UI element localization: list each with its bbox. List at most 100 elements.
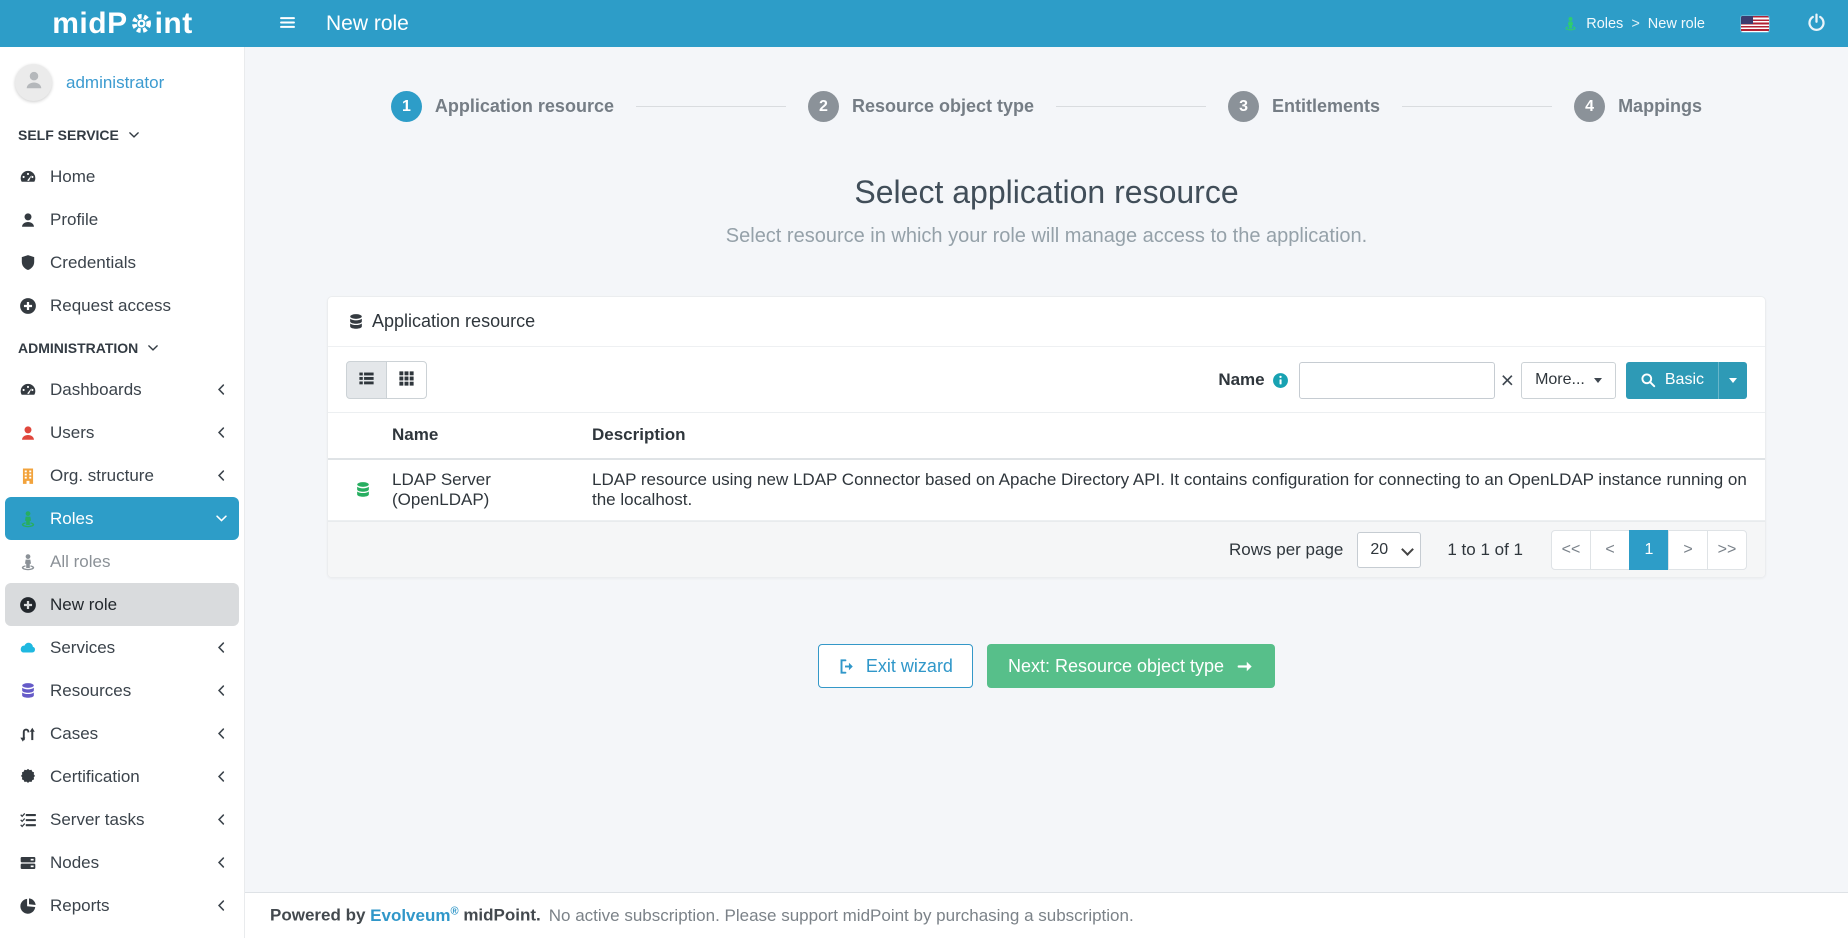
step-number: 2 xyxy=(808,91,839,122)
grid-view-icon xyxy=(398,370,415,390)
evolveum-link[interactable]: Evolveum® xyxy=(370,906,458,925)
app-root: midP int New role Roles > New role admin… xyxy=(0,0,1848,938)
user-panel[interactable]: administrator xyxy=(0,47,244,114)
menu-toggle-button[interactable] xyxy=(275,10,300,38)
logo-text-post: int xyxy=(155,7,193,41)
main-content: 1Application resource2Resource object ty… xyxy=(245,47,1848,938)
caret-down-icon xyxy=(1594,378,1602,383)
next-step-button[interactable]: Next: Resource object type xyxy=(987,644,1275,688)
sidebar-item-roles[interactable]: Roles xyxy=(5,497,239,540)
sidebar-item-services[interactable]: Services xyxy=(0,626,244,669)
user-icon xyxy=(19,424,37,442)
tile-view-button[interactable] xyxy=(386,361,427,399)
breadcrumb-current[interactable]: New role xyxy=(1648,16,1705,32)
pager-page[interactable]: 1 xyxy=(1629,530,1669,570)
sidebar-item-resources[interactable]: Resources xyxy=(0,669,244,712)
panel-header: Application resource xyxy=(328,297,1765,347)
step-connector xyxy=(1402,106,1552,107)
wizard-step-1[interactable]: 1Application resource xyxy=(391,91,614,122)
sidebar-item-label: Request access xyxy=(50,296,171,316)
sidebar-item-users[interactable]: Users xyxy=(0,411,244,454)
page-size-select-wrap: 20 xyxy=(1357,532,1421,568)
sidebar-item-nodes[interactable]: Nodes xyxy=(0,841,244,884)
user-icon xyxy=(19,211,37,229)
sidebar-item-request-access[interactable]: Request access xyxy=(0,284,244,327)
search-field-label: Name xyxy=(1218,370,1288,390)
shield-icon xyxy=(19,254,37,272)
exit-wizard-label: Exit wizard xyxy=(866,656,953,677)
sidebar-item-new-role[interactable]: New role xyxy=(5,583,239,626)
sidebar-item-reports[interactable]: Reports xyxy=(0,884,244,927)
chevron-down-icon xyxy=(128,129,140,141)
sidebar-item-server-tasks[interactable]: Server tasks xyxy=(0,798,244,841)
icon-column-header xyxy=(328,413,392,459)
step-number: 3 xyxy=(1228,91,1259,122)
sidebar-section-administration[interactable]: ADMINISTRATION xyxy=(0,327,244,368)
info-icon[interactable] xyxy=(1272,372,1289,389)
sidebar-section-self-service[interactable]: SELF SERVICE xyxy=(0,114,244,155)
locale-flag-us[interactable] xyxy=(1741,16,1769,32)
table-footer: Rows per page 20 1 to 1 of 1 <<<1>>> xyxy=(328,521,1765,577)
breadcrumb-separator: > xyxy=(1631,16,1639,32)
resource-description-cell: LDAP resource using new LDAP Connector b… xyxy=(592,459,1765,521)
exit-icon xyxy=(838,658,855,675)
sidebar-item-org-structure[interactable]: Org. structure xyxy=(0,454,244,497)
resources-table: NameDescription LDAP Server (OpenLDAP)LD… xyxy=(328,412,1765,521)
next-step-label: Next: Resource object type xyxy=(1008,656,1224,677)
sidebar-item-credentials[interactable]: Credentials xyxy=(0,241,244,284)
database-icon xyxy=(19,682,37,700)
street-view-icon xyxy=(19,510,37,528)
step-connector xyxy=(636,106,786,107)
avatar xyxy=(15,64,52,101)
table-row[interactable]: LDAP Server (OpenLDAP)LDAP resource usin… xyxy=(328,459,1765,521)
sidebar-item-label: Users xyxy=(50,423,94,443)
search-mode-dropdown-button[interactable] xyxy=(1718,362,1747,399)
logo-text-pre: midP xyxy=(52,7,127,41)
pager-prev[interactable]: < xyxy=(1590,530,1630,570)
pager-last[interactable]: >> xyxy=(1707,530,1747,570)
subscription-note: No active subscription. Please support m… xyxy=(549,906,1134,926)
wizard-step-2[interactable]: 2Resource object type xyxy=(808,91,1034,122)
name-search-input[interactable] xyxy=(1299,362,1495,399)
sidebar-item-label: Dashboards xyxy=(50,380,142,400)
sidebar-item-certification[interactable]: Certification xyxy=(0,755,244,798)
sidebar-item-label: Org. structure xyxy=(50,466,154,486)
cloud-icon xyxy=(19,639,37,657)
wizard-subtitle: Select resource in which your role will … xyxy=(245,225,1848,248)
sidebar-item-label: Nodes xyxy=(50,853,99,873)
wizard-step-3[interactable]: 3Entitlements xyxy=(1228,91,1380,122)
avatar-person-icon xyxy=(23,69,45,96)
hamburger-icon xyxy=(279,14,296,34)
tachometer-icon xyxy=(19,381,37,399)
list-view-icon xyxy=(358,370,375,390)
basic-search-button[interactable]: Basic xyxy=(1626,362,1718,399)
sidebar-item-profile[interactable]: Profile xyxy=(0,198,244,241)
chevron-left-icon xyxy=(215,770,228,783)
chevron-left-icon xyxy=(215,899,228,912)
sidebar-item-home[interactable]: Home xyxy=(0,155,244,198)
pager: <<<1>>> xyxy=(1551,530,1747,570)
sidebar-item-all-roles[interactable]: All roles xyxy=(0,540,244,583)
page-title: New role xyxy=(326,12,409,36)
clear-search-button[interactable]: × xyxy=(1501,369,1514,392)
sidebar-item-dashboards[interactable]: Dashboards xyxy=(0,368,244,411)
page-size-select[interactable]: 20 xyxy=(1357,532,1421,568)
pager-first[interactable]: << xyxy=(1551,530,1591,570)
breadcrumb-roles-link[interactable]: Roles xyxy=(1586,16,1623,32)
wizard-step-4[interactable]: 4Mappings xyxy=(1574,91,1702,122)
table-view-button[interactable] xyxy=(346,361,387,399)
more-label: More... xyxy=(1535,371,1585,389)
wizard-steps: 1Application resource 2Resource object ty… xyxy=(245,47,1848,122)
panel-toolbar: Name × More... xyxy=(328,347,1765,412)
pager-next[interactable]: > xyxy=(1668,530,1708,570)
column-header-name: Name xyxy=(392,413,592,459)
wizard-actions: Exit wizard Next: Resource object type xyxy=(245,644,1848,688)
more-filters-button[interactable]: More... xyxy=(1521,362,1616,399)
column-header-description: Description xyxy=(592,413,1765,459)
gear-icon xyxy=(130,12,153,35)
chevron-left-icon xyxy=(215,469,228,482)
app-logo[interactable]: midP int xyxy=(0,0,245,47)
sidebar-item-cases[interactable]: Cases xyxy=(0,712,244,755)
exit-wizard-button[interactable]: Exit wizard xyxy=(818,644,973,688)
logout-button[interactable] xyxy=(1807,13,1826,35)
